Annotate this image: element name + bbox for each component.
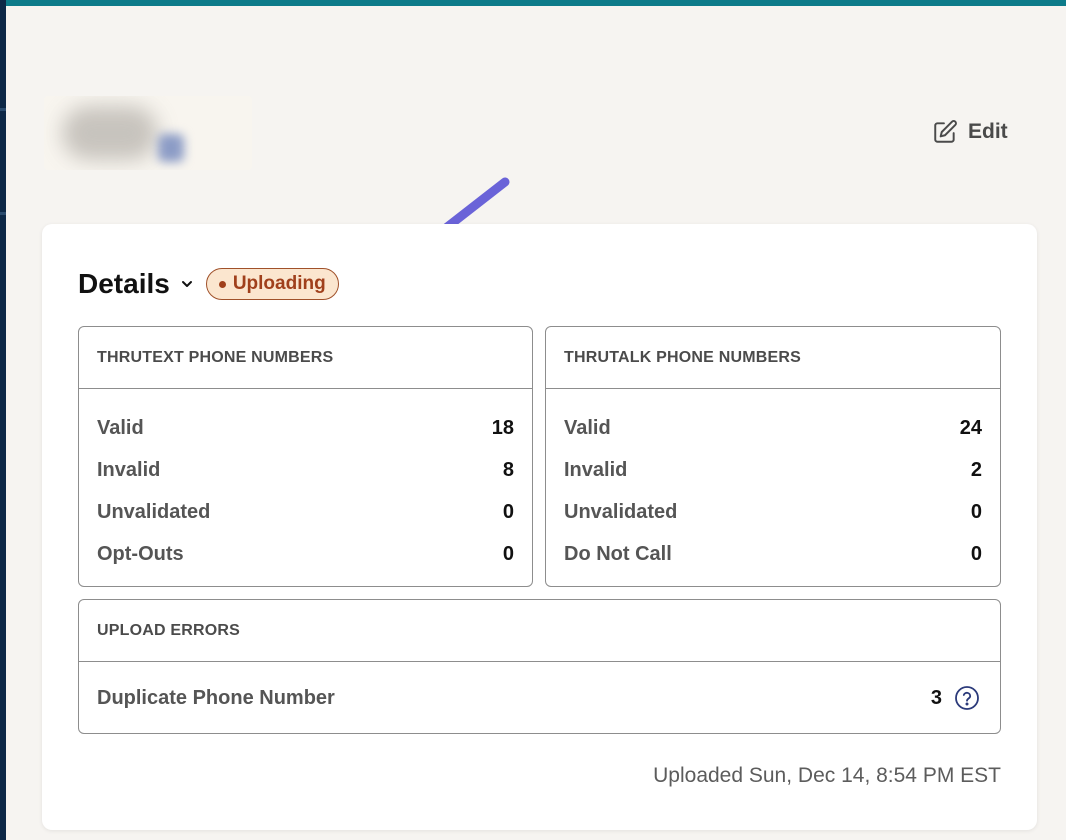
stat-value: 0: [970, 500, 982, 523]
stat-label: Unvalidated: [97, 500, 211, 523]
left-nav-divider: [0, 108, 6, 111]
dot-icon: [218, 280, 226, 288]
stat-row: Valid 24: [546, 407, 1000, 449]
upload-errors-panel: UPLOAD ERRORS Duplicate Phone Number 3: [78, 599, 1001, 734]
organization-logo: [44, 96, 252, 170]
thrutalk-panel-title: THRUTALK PHONE NUMBERS: [546, 327, 1000, 389]
details-card: Details Uploading THRUTEXT PHONE NUMBERS…: [42, 224, 1037, 830]
error-row: Duplicate Phone Number 3: [79, 662, 1000, 733]
chevron-down-icon[interactable]: [180, 277, 194, 291]
thrutext-panel: THRUTEXT PHONE NUMBERS Valid 18 Invalid …: [78, 326, 533, 587]
details-header: Details Uploading: [78, 268, 339, 300]
stat-value: 2: [970, 458, 982, 481]
stat-label: Invalid: [564, 458, 628, 481]
question-circle-icon[interactable]: [954, 685, 980, 711]
stat-label: Opt-Outs: [97, 542, 184, 565]
error-count: 3: [930, 686, 942, 709]
left-nav-rail: [0, 0, 6, 840]
details-title: Details: [78, 268, 170, 299]
edit-button[interactable]: Edit: [932, 116, 1008, 148]
pencil-square-icon: [934, 120, 957, 143]
stat-row: Invalid 8: [79, 449, 532, 491]
stat-row: Opt-Outs 0: [79, 533, 532, 575]
stat-value: 18: [491, 416, 514, 439]
upload-errors-title: UPLOAD ERRORS: [79, 600, 1000, 662]
stat-row: Do Not Call 0: [546, 533, 1000, 575]
stat-row: Unvalidated 0: [79, 491, 532, 533]
edit-label: Edit: [968, 120, 1008, 143]
left-nav-divider: [0, 212, 6, 215]
stat-label: Valid: [97, 416, 144, 439]
thrutalk-panel: THRUTALK PHONE NUMBERS Valid 24 Invalid …: [545, 326, 1001, 587]
stat-value: 24: [959, 416, 982, 439]
thrutext-panel-title: THRUTEXT PHONE NUMBERS: [79, 327, 532, 389]
stat-label: Valid: [564, 416, 611, 439]
stat-value: 0: [502, 500, 514, 523]
stat-row: Invalid 2: [546, 449, 1000, 491]
stat-row: Valid 18: [79, 407, 532, 449]
top-accent-bar: [0, 0, 1066, 6]
error-label: Duplicate Phone Number: [97, 686, 335, 709]
stat-label: Do Not Call: [564, 542, 672, 565]
stat-value: 0: [970, 542, 982, 565]
uploaded-timestamp: Uploaded Sun, Dec 14, 8:54 PM EST: [653, 764, 1001, 787]
stat-label: Unvalidated: [564, 500, 678, 523]
stat-value: 0: [502, 542, 514, 565]
stat-label: Invalid: [97, 458, 161, 481]
stat-row: Unvalidated 0: [546, 491, 1000, 533]
status-badge: Uploading: [205, 268, 339, 300]
stat-value: 8: [502, 458, 514, 481]
status-badge-label: Uploading: [232, 273, 326, 294]
